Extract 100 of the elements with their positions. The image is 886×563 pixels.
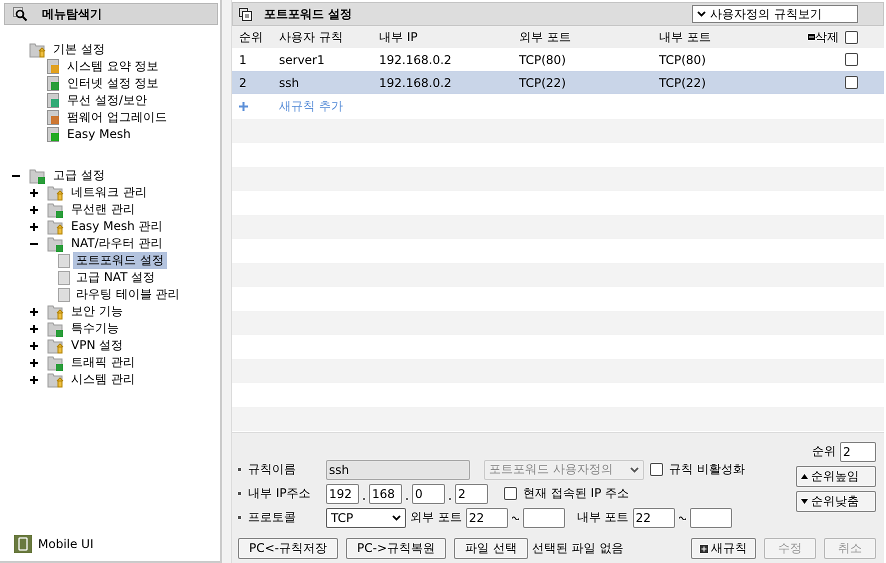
folder-icon <box>47 320 65 336</box>
expand-icon[interactable] <box>30 342 38 350</box>
folder-icon <box>47 304 65 320</box>
folder-icon <box>47 184 65 200</box>
tree-item[interactable]: 고급 설정 <box>50 167 108 184</box>
page-icon <box>47 76 61 91</box>
plus-icon <box>700 544 708 552</box>
tree-item[interactable]: VPN 설정 <box>68 337 126 354</box>
ip-octet-field[interactable]: 192 <box>326 484 359 504</box>
folder-icon <box>47 338 65 354</box>
mobile-ui-link[interactable]: Mobile UI <box>38 537 94 551</box>
tree-item[interactable]: 네트워크 관리 <box>68 184 150 201</box>
row-checkbox[interactable] <box>845 53 858 66</box>
panel-title: 포트포워드 설정 <box>264 6 352 22</box>
port-field[interactable] <box>522 508 565 528</box>
ip-octet-field[interactable]: 168 <box>369 484 402 504</box>
page-icon <box>58 270 70 284</box>
tree-item[interactable]: 특수기능 <box>68 320 122 337</box>
page-icon <box>47 110 61 125</box>
field-label: 순위 <box>812 443 836 460</box>
caret-icon <box>630 466 639 472</box>
table-cell-text: 192.168.0.2 <box>379 52 453 66</box>
port-field[interactable]: 22 <box>632 508 675 528</box>
field-label: 규칙이름 <box>248 461 297 478</box>
folder-icon <box>47 218 65 234</box>
action-button[interactable]: PC<-규칙저장 <box>238 538 338 559</box>
port-field[interactable] <box>690 508 732 528</box>
order-field[interactable]: 2 <box>840 442 876 462</box>
search-icon <box>13 6 28 22</box>
checkbox-label: 규칙 비활성화 <box>669 461 745 478</box>
tree-item[interactable]: 무선랜 관리 <box>68 201 138 218</box>
tree-item[interactable]: 포트포워드 설정 <box>73 252 167 269</box>
tree-item[interactable]: Easy Mesh 관리 <box>68 218 166 235</box>
view-select[interactable]: 사용자정의 규칙보기 <box>692 5 858 23</box>
expand-icon[interactable] <box>30 358 38 366</box>
column-header: 내부 포트 <box>659 28 712 46</box>
tree-item[interactable]: 고급 NAT 설정 <box>73 269 158 286</box>
select-all-checkbox[interactable] <box>845 30 858 44</box>
page-icon <box>47 127 61 142</box>
field-label: 프로토콜 <box>248 509 297 526</box>
page-icon <box>58 254 70 268</box>
folder-icon <box>47 236 65 252</box>
field-label: 외부 포트 <box>410 509 462 526</box>
folder-icon <box>47 202 65 218</box>
page-icon <box>47 59 61 74</box>
tilde-icon <box>512 515 519 520</box>
tree-item[interactable]: 펌웨어 업그레이드 <box>64 109 170 126</box>
ip-octet-field[interactable]: 2 <box>455 484 488 504</box>
table-row[interactable]: 2 ssh 192.168.0.2 TCP(22) TCP(22) <box>232 71 884 94</box>
table-cell-text: server1 <box>279 52 326 66</box>
ip-octet-field[interactable]: 0 <box>412 484 445 504</box>
tree-item[interactable]: 보안 기능 <box>68 303 126 320</box>
expand-icon[interactable] <box>30 376 38 384</box>
table-cell-text: TCP(80) <box>519 52 567 66</box>
action-button[interactable]: 파일 선택 <box>454 538 528 559</box>
folder-icon <box>47 372 65 388</box>
column-header: 내부 IP <box>379 28 419 46</box>
table-cell-text: ssh <box>279 76 300 90</box>
expand-icon[interactable] <box>30 188 38 196</box>
row-checkbox[interactable] <box>845 76 858 89</box>
tree-item[interactable]: 시스템 요약 정보 <box>64 58 162 75</box>
table-cell-text: 2 <box>239 76 248 90</box>
table-cell-text: TCP(80) <box>659 52 707 66</box>
phone-icon <box>14 535 32 553</box>
expand-icon[interactable] <box>30 308 38 316</box>
checkbox[interactable] <box>504 487 517 500</box>
tree-item[interactable]: 라우팅 테이블 관리 <box>73 286 183 303</box>
table-cell-text: 192.168.0.2 <box>379 76 453 90</box>
field-label: 내부 IP주소 <box>248 485 312 502</box>
table-cell-text: 1 <box>239 52 248 66</box>
expand-icon[interactable] <box>30 222 38 230</box>
folder-icon <box>47 354 65 370</box>
port-field[interactable]: 22 <box>466 508 508 528</box>
expand-icon[interactable] <box>30 206 38 214</box>
protocol-select[interactable]: TCP <box>326 508 406 528</box>
folder-icon <box>29 168 47 184</box>
move-up-button[interactable]: 순위높임 <box>796 466 876 487</box>
window-icon <box>239 8 252 20</box>
action-button[interactable]: PC->규칙복원 <box>346 538 446 559</box>
tree-item[interactable]: 기본 설정 <box>50 41 108 58</box>
tree-item[interactable]: Easy Mesh <box>64 126 134 143</box>
checkbox[interactable] <box>650 463 663 476</box>
folder-icon <box>29 42 47 58</box>
tree-item[interactable]: NAT/라우터 관리 <box>68 235 166 252</box>
tree-item[interactable]: 인터넷 설정 정보 <box>64 75 162 92</box>
column-header: 외부 포트 <box>519 28 572 46</box>
column-header: 순위 <box>239 28 264 46</box>
caret-icon <box>697 11 706 17</box>
column-header: 사용자 규칙 <box>279 28 344 46</box>
tree-item[interactable]: 트래픽 관리 <box>68 354 138 371</box>
move-down-button[interactable]: 순위낮춤 <box>796 491 876 512</box>
action-button[interactable]: 새규칙 <box>691 538 756 559</box>
tree-item[interactable]: 시스템 관리 <box>68 371 138 388</box>
plus-icon <box>239 102 248 111</box>
down-triangle-icon <box>801 499 808 504</box>
tree-item[interactable]: 무선 설정/보안 <box>64 92 150 109</box>
sidebar-title: 메뉴탐색기 <box>42 6 102 22</box>
table-cell-text: TCP(22) <box>659 76 707 90</box>
expand-icon[interactable] <box>30 324 38 332</box>
file-status: 선택된 파일 없음 <box>532 540 624 557</box>
